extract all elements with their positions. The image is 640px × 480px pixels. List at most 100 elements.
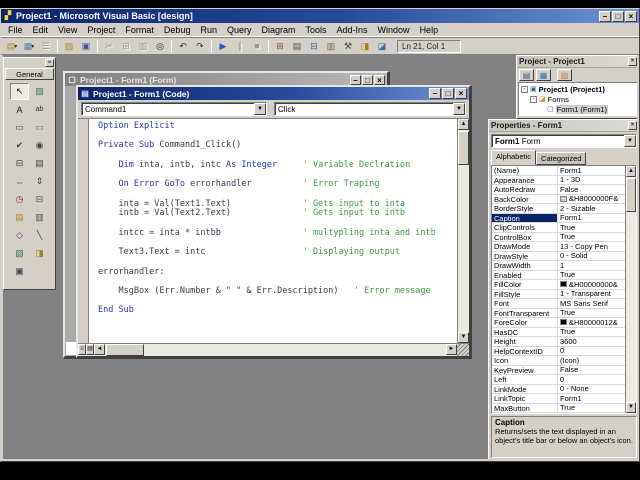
properties-dropdown-arrow-icon[interactable]: ▼ [624, 135, 636, 147]
menu-project[interactable]: Project [82, 24, 120, 36]
property-row-linkmode[interactable]: LinkMode 0 - None [492, 384, 625, 394]
property-row-icon[interactable]: Icon (Icon) [492, 356, 625, 366]
property-value[interactable]: 0 - None [558, 385, 625, 394]
property-value[interactable]: &H00000000& [558, 280, 625, 289]
property-row-keypreview[interactable]: KeyPreview False [492, 365, 625, 375]
scroll-down-icon[interactable]: ▼ [626, 402, 636, 413]
code-horizontal-scrollbar[interactable]: ≡ ▤ ◄ ► [78, 343, 469, 356]
add-form-button[interactable]: ▦ ▾ [21, 39, 37, 54]
tree-item-forms-folder[interactable]: - ◪ Forms [521, 94, 637, 104]
code-window-titlebar[interactable]: ▤ Project1 - Form1 (Code) – □ × [78, 87, 469, 100]
project-explorer-button[interactable]: ⊞ [272, 39, 288, 54]
tool-optionbutton[interactable]: ◉ [30, 137, 49, 154]
property-row-drawmode[interactable]: DrawMode 13 - Copy Pen [492, 242, 625, 252]
property-value[interactable]: 0 [558, 375, 625, 384]
menu-edit[interactable]: Edit [28, 24, 54, 36]
tool-checkbox[interactable]: ✔ [10, 137, 29, 154]
code-window[interactable]: ▤ Project1 - Form1 (Code) – □ × Command1… [76, 85, 471, 358]
property-value[interactable]: 1 - 3D [558, 176, 625, 185]
code-maximize-button[interactable]: □ [442, 88, 454, 99]
main-titlebar[interactable]: ▞ Project1 - Microsoft Visual Basic [des… [1, 9, 639, 23]
end-button[interactable]: ■ [249, 39, 265, 54]
horizontal-scroll-thumb[interactable] [106, 344, 144, 356]
property-value[interactable]: 1 [558, 261, 625, 270]
tool-ole[interactable]: ▣ [10, 263, 29, 280]
tool-filelistbox[interactable]: ▥ [30, 209, 49, 226]
toolbox-close-icon[interactable]: × [45, 59, 54, 67]
property-row-backcolor[interactable]: BackColor &H8000000F& [492, 194, 625, 204]
property-value[interactable]: 1 - Transparent [558, 290, 625, 299]
property-row-name[interactable]: (Name) Form1 [492, 166, 625, 176]
toolbox-tab-general[interactable]: General [5, 68, 54, 80]
undo-button[interactable]: ↶ [175, 39, 191, 54]
property-row-helpcontextid[interactable]: HelpContextID 0 [492, 346, 625, 356]
menu-format[interactable]: Format [120, 24, 159, 36]
menu-window[interactable]: Window [373, 24, 415, 36]
tool-image[interactable]: ▧ [10, 245, 29, 262]
start-button[interactable]: ▶ [215, 39, 231, 54]
property-row-appearance[interactable]: Appearance 1 - 3D [492, 175, 625, 185]
property-value[interactable]: 3600 [558, 337, 625, 346]
property-value[interactable]: Form1 [558, 166, 625, 175]
property-value[interactable]: Form1 [558, 214, 625, 223]
form-minimize-button[interactable]: – [350, 74, 361, 85]
save-project-button[interactable]: ▣ [78, 39, 94, 54]
property-value[interactable]: &H8000000F& [558, 195, 625, 203]
property-row-fillcolor[interactable]: FillColor &H00000000& [492, 280, 625, 290]
properties-object-dropdown[interactable]: Form1 Form ▼ [491, 134, 637, 148]
data-view-button[interactable]: ◨ [357, 39, 373, 54]
scroll-left-icon[interactable]: ◄ [94, 344, 105, 355]
tool-combobox[interactable]: ⊟ [10, 155, 29, 172]
property-row-linktopic[interactable]: LinkTopic Form1 [492, 394, 625, 404]
cut-button[interactable]: ✂ [101, 39, 117, 54]
scroll-up-icon[interactable]: ▲ [458, 119, 469, 130]
property-value[interactable]: True [558, 404, 625, 413]
tool-vscrollbar[interactable]: ⇕ [30, 173, 49, 190]
project-explorer-titlebar[interactable]: Project - Project1 × [517, 56, 637, 68]
property-value[interactable]: True [558, 271, 625, 280]
property-row-forecolor[interactable]: ForeColor &H80000012& [492, 318, 625, 328]
collapse-icon[interactable]: - [530, 95, 537, 103]
tool-commandbutton[interactable]: ▭ [30, 119, 49, 136]
object-dropdown[interactable]: Command1 ▼ [81, 102, 267, 116]
menu-file[interactable]: File [3, 24, 28, 36]
properties-titlebar[interactable]: Properties - Form1 × [489, 120, 637, 132]
tool-label[interactable]: A [10, 101, 29, 118]
tab-categorized[interactable]: Categorized [536, 152, 587, 165]
property-row-maxbutton[interactable]: MaxButton True [492, 403, 625, 413]
property-value[interactable]: True [558, 328, 625, 337]
tool-line[interactable]: ╲ [30, 227, 49, 244]
code-lines[interactable]: Option Explicit Private Sub Command1_Cli… [89, 119, 457, 343]
menu-view[interactable]: View [53, 24, 82, 36]
copy-button[interactable]: ⊞ [118, 39, 134, 54]
vertical-scroll-thumb[interactable] [458, 131, 469, 165]
property-row-fonttransparent[interactable]: FontTransparent True [492, 308, 625, 318]
property-value[interactable]: &H80000012& [558, 318, 625, 327]
menu-run[interactable]: Run [195, 24, 222, 36]
component-manager-button[interactable]: ◪ [374, 39, 390, 54]
property-value[interactable]: 2 - Sizable [558, 204, 625, 213]
code-minimize-button[interactable]: – [429, 88, 441, 99]
procedure-dropdown[interactable]: Click ▼ [274, 102, 466, 116]
project-explorer-close-icon[interactable]: × [628, 57, 637, 66]
property-row-caption[interactable]: Caption Form1 [492, 213, 625, 223]
open-project-button[interactable]: ▨ [61, 39, 77, 54]
property-value[interactable]: False [558, 366, 625, 375]
toolbox-titlebar[interactable]: × [4, 58, 55, 68]
property-row-drawstyle[interactable]: DrawStyle 0 - Solid [492, 251, 625, 261]
tree-item-form1[interactable]: ▢ Form1 (Form1) [521, 104, 637, 114]
menu-tools[interactable]: Tools [301, 24, 332, 36]
view-code-button[interactable]: ▤ [519, 69, 534, 81]
redo-button[interactable]: ↷ [192, 39, 208, 54]
view-object-button[interactable]: ▦ [536, 69, 551, 81]
tool-shape[interactable]: ◇ [10, 227, 29, 244]
menu-addins[interactable]: Add-Ins [332, 24, 373, 36]
menu-help[interactable]: Help [415, 24, 444, 36]
tool-dirlistbox[interactable]: ▤ [10, 209, 29, 226]
object-browser-button[interactable]: ▥ [323, 39, 339, 54]
full-module-view-button[interactable]: ▤ [86, 344, 94, 355]
tool-textbox[interactable]: ab [30, 101, 49, 118]
property-row-drawwidth[interactable]: DrawWidth 1 [492, 261, 625, 271]
menu-editor-button[interactable]: ☰ [38, 39, 54, 54]
property-value[interactable]: Form1 [558, 394, 625, 403]
